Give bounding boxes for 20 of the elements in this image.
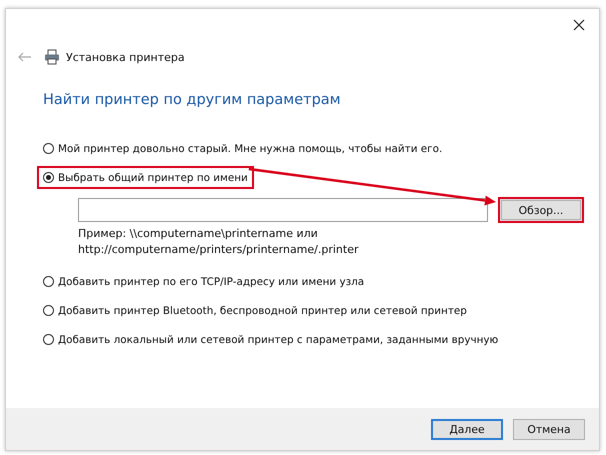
page-heading: Найти принтер по другим параметрам [43, 92, 342, 108]
example-text: http://computername/printers/printername/.printer [78, 243, 360, 256]
radio-button[interactable] [43, 143, 54, 154]
dialog-button[interactable]: Отмена [513, 418, 585, 440]
radio-button[interactable] [43, 334, 54, 345]
option-label[interactable]: Выбрать общий принтер по имени [58, 172, 248, 184]
printer-icon [44, 49, 60, 65]
radio-button[interactable] [43, 172, 54, 183]
example-text: Пример: \\computername\printername или [78, 227, 319, 240]
option-label[interactable]: Мой принтер довольно старый. Мне нужна помощь, чтобы найти его. [58, 142, 442, 154]
option-label[interactable]: Добавить принтер Bluetooth, беспроводной принтер или сетевой принтер [58, 304, 467, 316]
printer-name-field[interactable] [78, 198, 488, 222]
browse-button[interactable]: Обзор... [498, 197, 584, 223]
option-label[interactable]: Добавить локальный или сетевой принтер с параметрами, заданными вручную [58, 334, 498, 346]
dialog-button[interactable]: Далее [431, 418, 503, 440]
radio-button[interactable] [43, 276, 54, 287]
radio-button[interactable] [43, 305, 54, 316]
option-label[interactable]: Добавить принтер по его TCP/IP-адресу или имени узла [58, 276, 364, 288]
close-icon[interactable] [573, 19, 585, 31]
window-title: Установка принтера [66, 50, 185, 64]
